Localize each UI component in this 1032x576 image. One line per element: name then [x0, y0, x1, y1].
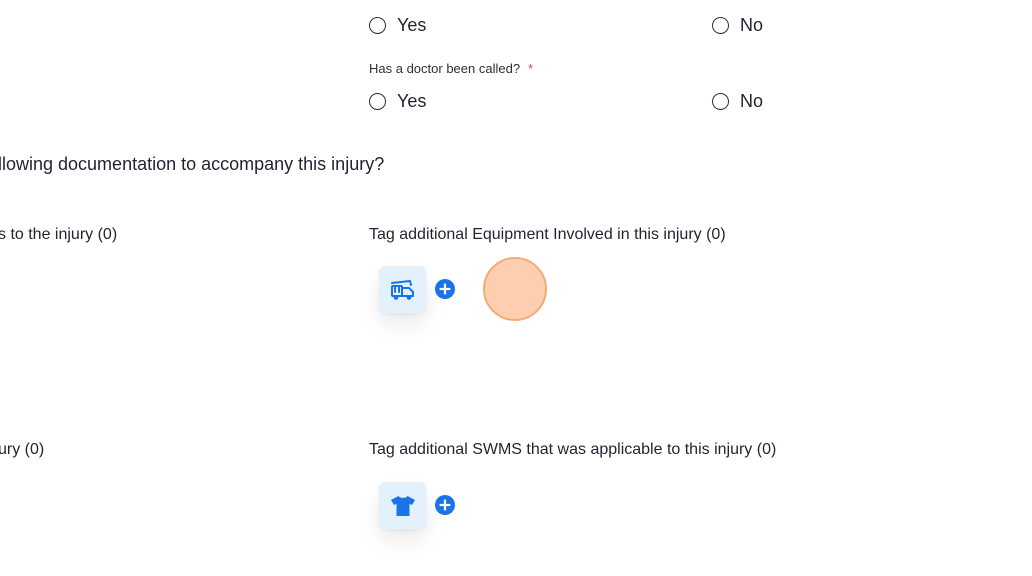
click-indicator — [483, 257, 547, 321]
q2-yes-option[interactable]: Yes — [369, 91, 426, 112]
q2-yes-label: Yes — [397, 91, 427, 111]
q1-no-label: No — [740, 15, 764, 35]
equipment-tag-label: Tag additional Equipment Involved in thi… — [369, 226, 726, 243]
add-equipment-button[interactable] — [435, 279, 455, 299]
swms-tag-label: Tag additional SWMS that was applicable … — [369, 441, 777, 458]
left-tag-label-2: ury (0) — [0, 441, 45, 458]
plus-circle-icon — [439, 499, 451, 511]
q1-yes-option[interactable]: Yes — [369, 15, 426, 36]
left-tag-label-1: s to the injury (0) — [0, 226, 118, 243]
q2-no-label: No — [740, 91, 764, 111]
required-marker: * — [528, 61, 534, 76]
add-swms-button[interactable] — [435, 495, 455, 515]
q2-no-option[interactable]: No — [712, 91, 763, 112]
swms-tile[interactable] — [379, 482, 426, 529]
doctor-called-question: Has a doctor been called? * — [369, 61, 533, 76]
q1-no-radio[interactable] — [712, 17, 729, 34]
q1-no-option[interactable]: No — [712, 15, 763, 36]
equipment-tile[interactable] — [379, 266, 426, 313]
crane-truck-icon — [390, 279, 414, 300]
doctor-called-question-text: Has a doctor been called? — [369, 61, 521, 76]
shirt-icon — [390, 495, 415, 516]
plus-circle-icon — [439, 283, 451, 295]
q2-yes-radio[interactable] — [369, 93, 386, 110]
q1-yes-label: Yes — [397, 15, 427, 35]
documentation-heading: llowing documentation to accompany this … — [0, 154, 385, 174]
q2-no-radio[interactable] — [712, 93, 729, 110]
q1-yes-radio[interactable] — [369, 17, 386, 34]
